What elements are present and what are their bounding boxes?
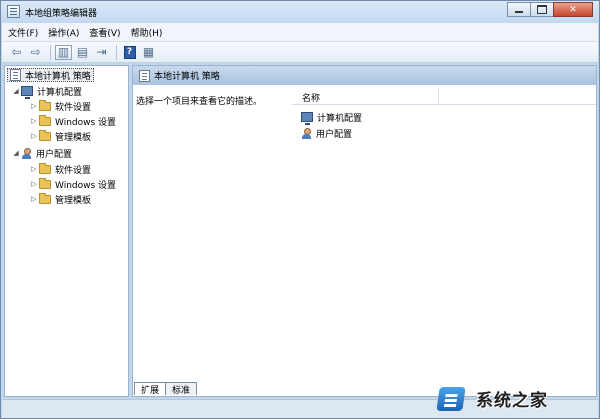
view-tabs: 扩展 标准 (134, 381, 198, 396)
tab-standard[interactable]: 标准 (165, 382, 198, 396)
tree-item-windows-settings[interactable]: ▷ Windows 设置 (29, 114, 116, 128)
tree-item-label: Windows 设置 (55, 180, 117, 191)
folder-icon (39, 99, 51, 111)
menu-file[interactable]: 文件(F) (8, 26, 38, 39)
properties-icon[interactable]: ▤ (74, 45, 91, 60)
list-item-label: 用户配置 (316, 129, 353, 140)
menu-action[interactable]: 操作(A) (48, 26, 79, 39)
console-tree: 本地计算机 策略 ◢ 计算机配置 ▷ 软件设置 ▷ Windows 设置 ▷ 管… (4, 65, 129, 397)
close-button[interactable]: ✕ (553, 2, 593, 17)
column-divider[interactable] (438, 88, 439, 104)
tree-item-admin-templates[interactable]: ▷ 管理模板 (29, 192, 91, 206)
tree-item-label: 用户配置 (36, 149, 73, 160)
tree-item-label: 本地计算机 策略 (25, 71, 91, 82)
menu-help[interactable]: 帮助(H) (131, 26, 163, 39)
xitongzhijia-logo-icon (434, 383, 470, 413)
description-text: 选择一个项目来查看它的描述。 (136, 97, 263, 107)
expand-arrow-icon[interactable]: ▷ (29, 132, 39, 140)
minimize-button[interactable] (507, 2, 531, 17)
menu-bar: 文件(F) 操作(A) 查看(V) 帮助(H) (2, 23, 598, 42)
policy-icon (139, 69, 150, 82)
tree-item-user-config[interactable]: ◢ 用户配置 (11, 146, 72, 160)
menu-view[interactable]: 查看(V) (89, 26, 120, 39)
collapse-arrow-icon[interactable]: ◢ (11, 87, 21, 95)
expand-arrow-icon[interactable]: ▷ (29, 165, 39, 173)
tree-item-windows-settings[interactable]: ▷ Windows 设置 (29, 177, 116, 191)
folder-icon (39, 129, 51, 141)
tree-item-label: 管理模板 (55, 195, 92, 206)
expand-arrow-icon[interactable]: ▷ (29, 195, 39, 203)
tab-extended[interactable]: 扩展 (134, 382, 167, 396)
tree-item-label: 软件设置 (55, 102, 92, 113)
computer-icon (21, 86, 33, 99)
watermark-text: 系统之家 (476, 390, 548, 411)
mmc-window: 本地组策略编辑器 ✕ 文件(F) 操作(A) 查看(V) 帮助(H) ⇦ ⇨ ▥… (0, 0, 600, 419)
column-header[interactable]: 名称 (292, 87, 596, 105)
show-hide-action-pane-icon[interactable]: ▦ (140, 45, 157, 60)
user-icon (21, 147, 32, 159)
folder-icon (39, 114, 51, 126)
folder-icon (39, 192, 51, 204)
details-title: 本地计算机 策略 (154, 72, 220, 82)
collapse-arrow-icon[interactable]: ◢ (11, 149, 21, 157)
toolbar-separator (50, 44, 51, 60)
show-hide-tree-icon[interactable]: ▥ (55, 44, 72, 60)
expand-arrow-icon[interactable]: ▷ (29, 117, 39, 125)
toolbar: ⇦ ⇨ ▥ ▤ ⇥ ? ▦ (2, 42, 598, 63)
list-item-computer-config[interactable]: 计算机配置 (301, 110, 363, 125)
tree-item-software-settings[interactable]: ▷ 软件设置 (29, 162, 91, 176)
watermark: 系统之家 (434, 379, 598, 417)
tree-item-label: 软件设置 (55, 165, 92, 176)
expand-arrow-icon[interactable]: ▷ (29, 102, 39, 110)
tree-item-root[interactable]: 本地计算机 策略 (7, 68, 94, 82)
column-name[interactable]: 名称 (302, 91, 320, 104)
help-icon: ? (123, 45, 136, 59)
close-icon: ✕ (569, 4, 577, 15)
list-item-user-config[interactable]: 用户配置 (301, 126, 352, 140)
policy-icon (10, 69, 21, 81)
details-header: 本地计算机 策略 (133, 66, 596, 85)
back-arrow-icon[interactable]: ⇦ (8, 45, 25, 60)
help-button[interactable]: ? (121, 45, 138, 60)
expand-arrow-icon[interactable]: ▷ (29, 180, 39, 188)
tree-item-label: Windows 设置 (55, 117, 117, 128)
tree-item-computer-config[interactable]: ◢ 计算机配置 (11, 84, 83, 99)
folder-icon (39, 177, 51, 189)
list-item-label: 计算机配置 (317, 113, 363, 124)
app-icon (7, 5, 20, 18)
folder-icon (39, 162, 51, 174)
tree-item-software-settings[interactable]: ▷ 软件设置 (29, 99, 91, 113)
tree-item-label: 管理模板 (55, 132, 92, 143)
details-pane: 本地计算机 策略 选择一个项目来查看它的描述。 名称 计算机配置 用户配置 扩展… (132, 65, 597, 397)
window-controls: ✕ (507, 2, 593, 17)
item-list: 名称 计算机配置 用户配置 (292, 85, 596, 375)
window-title: 本地组策略编辑器 (25, 9, 98, 19)
user-icon (301, 127, 312, 139)
maximize-button[interactable] (530, 2, 554, 17)
computer-icon (301, 112, 313, 125)
toolbar-separator (116, 44, 117, 60)
tree-item-admin-templates[interactable]: ▷ 管理模板 (29, 129, 91, 143)
forward-arrow-icon[interactable]: ⇨ (27, 45, 44, 60)
export-icon[interactable]: ⇥ (93, 45, 110, 60)
tree-item-label: 计算机配置 (37, 87, 83, 98)
title-bar[interactable]: 本地组策略编辑器 ✕ (1, 1, 599, 23)
